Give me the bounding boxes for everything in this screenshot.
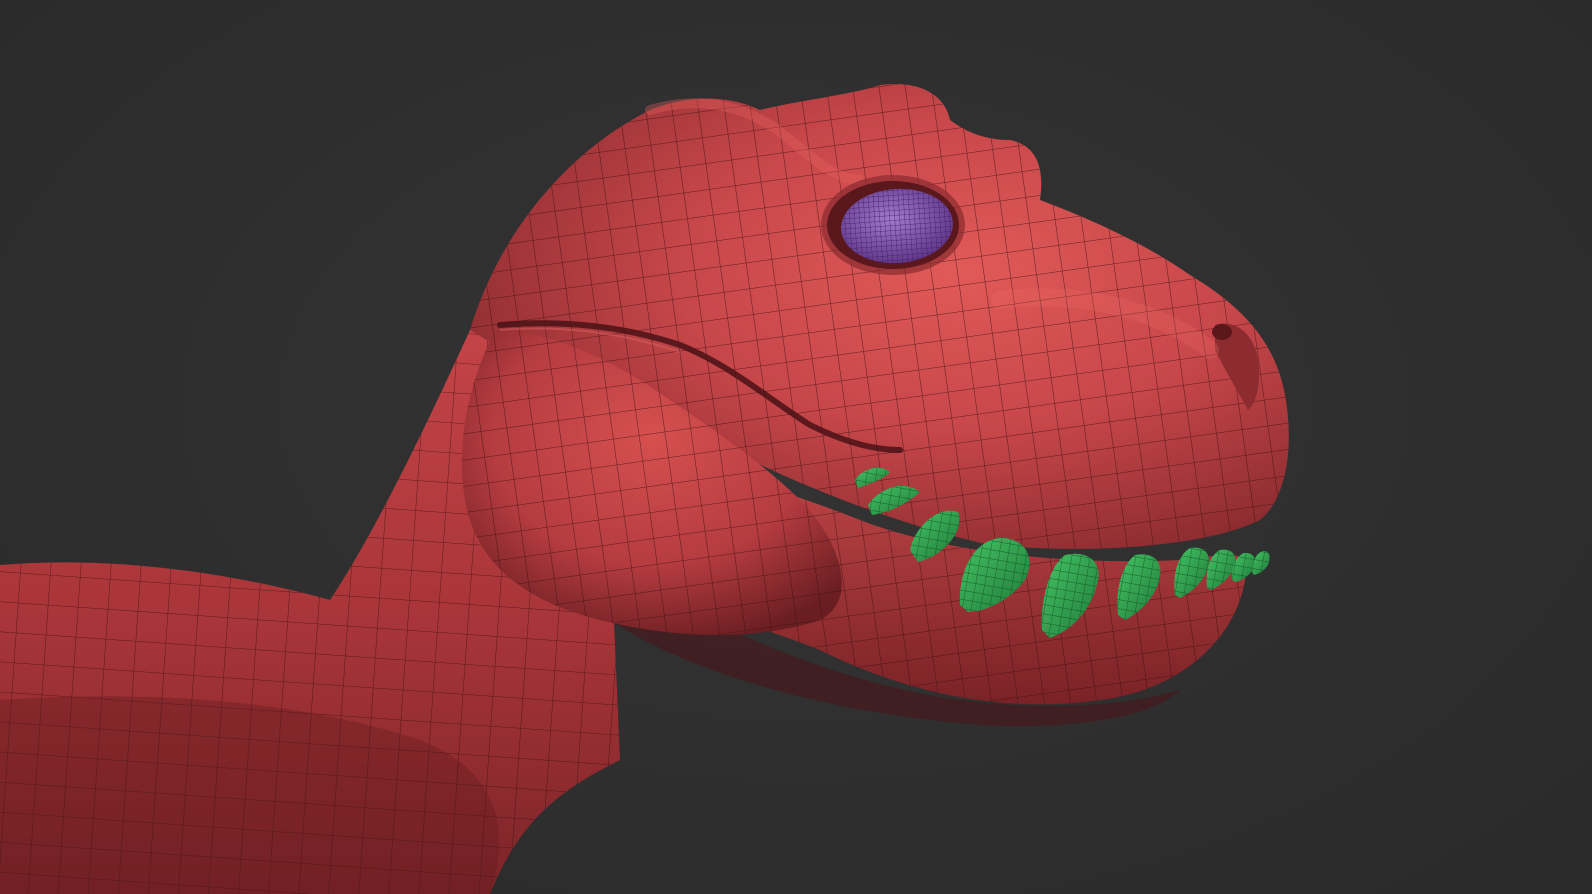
3d-viewport[interactable] <box>0 0 1592 894</box>
dinosaur-model[interactable] <box>0 0 1592 894</box>
tooth <box>1252 551 1270 575</box>
